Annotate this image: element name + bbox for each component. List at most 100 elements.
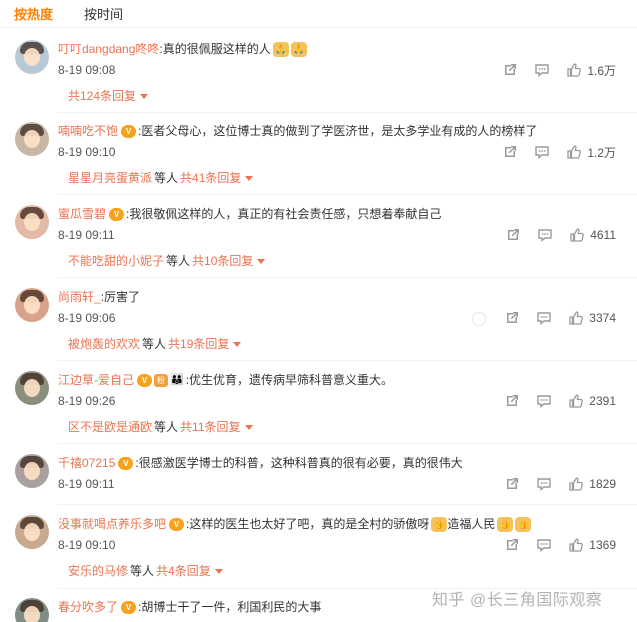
replies-link[interactable]: 星星月亮蛋黄派 等人 共41条回复 bbox=[68, 169, 254, 187]
like-count: 1369 bbox=[589, 538, 616, 552]
chevron-down-icon bbox=[257, 259, 266, 265]
replies-link[interactable]: 被炮轰的欢欢 等人 共19条回复 bbox=[68, 335, 242, 353]
share-icon[interactable] bbox=[502, 144, 518, 160]
reply-count[interactable]: 共19条回复 bbox=[168, 337, 229, 351]
chevron-down-icon bbox=[214, 569, 223, 575]
comment-username[interactable]: 没事就喝点养乐多吧 bbox=[58, 515, 166, 533]
watermark: 知乎 @长三角国际观察 bbox=[432, 592, 603, 609]
reply-count[interactable]: 共4条回复 bbox=[156, 564, 211, 578]
replies-link[interactable]: 共124条回复 bbox=[68, 87, 149, 105]
avatar[interactable] bbox=[15, 371, 49, 405]
reply-count[interactable]: 共11条回复 bbox=[180, 420, 240, 434]
avatar[interactable] bbox=[15, 515, 49, 549]
comment-username[interactable]: 叮叮dangdang咚咚 bbox=[58, 40, 159, 58]
comment-icon[interactable] bbox=[534, 62, 550, 78]
replies-link[interactable]: 安乐的马修 等人 共4条回复 bbox=[68, 562, 223, 580]
vip-badge-icon: V bbox=[169, 517, 185, 531]
comment-text: :优生优育，遗传病早筛科普意义重大。 bbox=[185, 373, 394, 387]
thumbs-up-icon[interactable] bbox=[566, 62, 582, 78]
tab-by-hot[interactable]: 按热度 bbox=[14, 5, 53, 25]
chevron-down-icon bbox=[140, 94, 149, 100]
comment-time: 8-19 09:11 bbox=[58, 228, 115, 242]
sort-tabs: 按热度 按时间 bbox=[14, 4, 123, 26]
share-icon[interactable] bbox=[504, 476, 520, 492]
vip-badge-icon: V bbox=[121, 124, 137, 138]
comment-username[interactable]: 尚雨轩_ bbox=[58, 288, 101, 306]
reply-user[interactable]: 区不是欧是通欧 bbox=[68, 420, 152, 434]
share-icon[interactable] bbox=[504, 393, 520, 409]
thumbs-up-emoji-icon: 👍 bbox=[515, 516, 532, 532]
avatar[interactable] bbox=[15, 454, 49, 488]
pray-emoji-icon: 🙏 bbox=[290, 41, 307, 57]
comment-username[interactable]: 蜜瓜雪碧 bbox=[58, 205, 106, 223]
comment-item: 叮叮dangdang咚咚 :真的很佩服这样的人 🙏 🙏 8-19 09:08 1… bbox=[0, 40, 637, 112]
comment-icon[interactable] bbox=[536, 393, 552, 409]
comment-text: :这样的医生也太好了吧，真的是全村的骄傲呀 bbox=[186, 517, 430, 531]
comment-item: 千禧07215 V :很感激医学博士的科普，这种科普真的很有必要，真的很伟大 8… bbox=[0, 454, 637, 506]
vip-badge-icon: V bbox=[109, 207, 125, 221]
divider bbox=[58, 443, 637, 444]
vip-badge-icon: V bbox=[121, 600, 137, 614]
share-icon[interactable] bbox=[504, 310, 520, 326]
share-icon[interactable] bbox=[505, 227, 521, 243]
vip-badge-icon: V bbox=[137, 373, 152, 387]
thumbs-up-icon[interactable] bbox=[568, 537, 584, 553]
comment-username[interactable]: 春分吹多了 bbox=[58, 598, 118, 616]
comment-username[interactable]: 千禧07215 bbox=[58, 454, 115, 472]
thumbs-up-icon[interactable] bbox=[568, 476, 584, 492]
comment-time: 8-19 09:06 bbox=[58, 311, 116, 325]
reply-user[interactable]: 安乐的马修 bbox=[68, 564, 128, 578]
reply-user[interactable]: 被炮轰的欢欢 bbox=[68, 337, 140, 351]
thumbs-up-emoji-icon: 👍 bbox=[431, 516, 448, 532]
comment-icon[interactable] bbox=[534, 144, 550, 160]
avatar[interactable] bbox=[15, 40, 49, 74]
comment-item: 尚雨轩_ :厉害了 8-19 09:06 3374 被炮轰的欢欢 等人 共19条回复 bbox=[0, 288, 637, 360]
thumbs-up-icon[interactable] bbox=[566, 144, 582, 160]
divider bbox=[58, 360, 637, 361]
like-count: 1.6万 bbox=[587, 63, 616, 78]
reply-count[interactable]: 共124条回复 bbox=[68, 89, 136, 103]
reply-etc: 等人 bbox=[130, 564, 155, 578]
like-count: 4611 bbox=[590, 228, 616, 242]
share-icon[interactable] bbox=[502, 62, 518, 78]
comment-text: :很感激医学博士的科普，这种科普真的很有必要，真的很伟大 bbox=[135, 456, 463, 470]
like-count: 1829 bbox=[589, 477, 616, 491]
family-icon: 👪 bbox=[170, 374, 184, 386]
avatar[interactable] bbox=[15, 205, 49, 239]
reply-count[interactable]: 共41条回复 bbox=[180, 171, 241, 185]
reply-etc: 等人 bbox=[154, 171, 179, 185]
tab-by-time[interactable]: 按时间 bbox=[84, 5, 123, 25]
comment-time: 8-19 09:11 bbox=[58, 477, 115, 491]
avatar[interactable] bbox=[15, 598, 49, 622]
thumbs-up-icon[interactable] bbox=[568, 393, 584, 409]
avatar[interactable] bbox=[15, 122, 49, 156]
like-count: 2391 bbox=[589, 394, 616, 408]
comment-item: 江边草-爱自己 V 粉 👪 :优生优育，遗传病早筛科普意义重大。 8-19 09… bbox=[0, 371, 637, 443]
chevron-down-icon bbox=[233, 342, 242, 348]
replies-link[interactable]: 不能吃甜的小妮子 等人 共10条回复 bbox=[68, 252, 266, 270]
reply-user[interactable]: 星星月亮蛋黄派 bbox=[68, 171, 152, 185]
tabs-divider bbox=[0, 27, 637, 28]
reply-etc: 等人 bbox=[154, 420, 179, 434]
comment-username[interactable]: 江边草-爱自己 bbox=[58, 371, 134, 389]
thumbs-up-icon[interactable] bbox=[569, 227, 585, 243]
comment-text: :真的很佩服这样的人 bbox=[159, 42, 271, 56]
thumbs-up-icon[interactable] bbox=[568, 310, 584, 326]
comment-time: 8-19 09:10 bbox=[58, 538, 116, 552]
comment-item: 没事就喝点养乐多吧 V :这样的医生也太好了吧，真的是全村的骄傲呀 👍 造福人民… bbox=[0, 515, 637, 587]
share-icon[interactable] bbox=[504, 537, 520, 553]
more-icon[interactable] bbox=[472, 312, 486, 326]
comment-text: :厉害了 bbox=[100, 290, 141, 304]
reply-user[interactable]: 不能吃甜的小妮子 bbox=[68, 254, 164, 268]
replies-link[interactable]: 区不是欧是通欧 等人 共11条回复 bbox=[68, 418, 253, 436]
comment-icon[interactable] bbox=[536, 537, 552, 553]
reply-etc: 等人 bbox=[142, 337, 167, 351]
chevron-down-icon bbox=[244, 425, 253, 431]
comment-username[interactable]: 喃喃吃不饱 bbox=[58, 122, 118, 140]
comment-icon[interactable] bbox=[536, 310, 552, 326]
comment-icon[interactable] bbox=[537, 227, 553, 243]
reply-count[interactable]: 共10条回复 bbox=[192, 254, 253, 268]
comment-icon[interactable] bbox=[536, 476, 552, 492]
comment-item: 喃喃吃不饱 V :医者父母心，这位博士真的做到了学医济世，是太多学业有成的人的榜… bbox=[0, 122, 637, 194]
avatar[interactable] bbox=[15, 288, 49, 322]
